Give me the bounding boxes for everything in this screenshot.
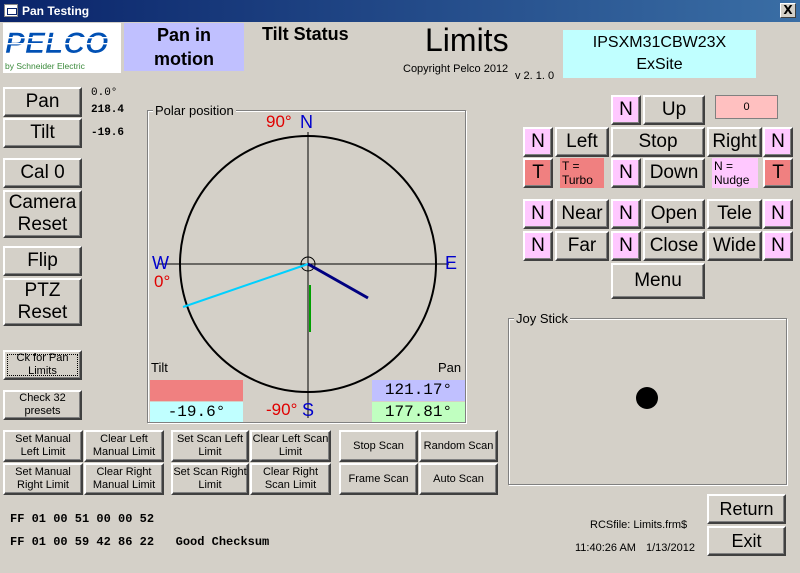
pan-label: Pan (438, 360, 462, 375)
wide-button[interactable]: Wide (707, 231, 762, 261)
version: v 2. 1. 0 (515, 70, 555, 82)
logo-sub: by Schneider Electric (5, 61, 86, 71)
east-label: E (445, 253, 458, 273)
pan-readout-b: 218.4 (91, 104, 125, 116)
ck-pan-limits-button[interactable]: Ck for Pan Limits (3, 350, 82, 380)
tilt-value: -19.6° (150, 402, 243, 422)
left-turbo-button[interactable]: T (523, 158, 553, 188)
pan-status: Pan in motion (124, 23, 244, 71)
clear-right-manual-limit-button[interactable]: Clear Right Manual Limit (84, 463, 164, 495)
stop-scan-button[interactable]: Stop Scan (339, 430, 418, 462)
app-window-icon (4, 4, 18, 17)
camera-reset-button[interactable]: Camera Reset (3, 190, 82, 238)
near-button[interactable]: Near (555, 199, 609, 229)
menu-button[interactable]: Menu (611, 263, 705, 299)
exit-button[interactable]: Exit (707, 526, 786, 556)
random-scan-button[interactable]: Random Scan (419, 430, 498, 462)
polar-diagram (159, 132, 449, 418)
tele-button[interactable]: Tele (707, 199, 762, 229)
page-heading: Limits (425, 22, 509, 58)
ptz-reset-button[interactable]: PTZ Reset (3, 278, 82, 326)
pelco-logo-mark: PELCO by Schneider Electric (5, 27, 119, 71)
pelco-logo: PELCO by Schneider Electric (3, 23, 121, 73)
counter-box: 0 (715, 95, 778, 119)
tilt-indicator-box (150, 380, 243, 401)
stop-button[interactable]: Stop (611, 127, 705, 157)
copyright: Copyright Pelco 2012 (403, 63, 509, 75)
close-icon[interactable]: X (780, 3, 796, 18)
set-scan-right-limit-button[interactable]: Set Scan Right Limit (171, 463, 249, 495)
auto-scan-button[interactable]: Auto Scan (419, 463, 498, 495)
pan-readout-a: 0.0° (91, 87, 118, 99)
up-nudge-button[interactable]: N (611, 95, 641, 125)
open-nudge-button[interactable]: N (611, 199, 641, 229)
rcs-file-label: RCSfile: Limits.frm$ (590, 519, 688, 531)
wide-nudge-button[interactable]: N (763, 231, 793, 261)
close-nudge-button[interactable]: N (611, 231, 641, 261)
down-button[interactable]: Down (643, 158, 705, 188)
right-turbo-button[interactable]: T (763, 158, 793, 188)
pan-indicator-line (307, 262, 369, 300)
clear-right-scan-limit-button[interactable]: Clear Right Scan Limit (250, 463, 331, 495)
north-degree-label: 90° (266, 112, 292, 131)
far-nudge-button[interactable]: N (523, 231, 553, 261)
set-scan-left-limit-button[interactable]: Set Scan Left Limit (171, 430, 249, 462)
south-degree-label: -90° (266, 400, 298, 419)
pan-button[interactable]: Pan (3, 87, 82, 117)
check-32-presets-button[interactable]: Check 32 presets (3, 390, 82, 420)
left-button[interactable]: Left (555, 127, 609, 157)
far-button[interactable]: Far (555, 231, 609, 261)
north-label: N (300, 112, 313, 132)
date-label: 1/13/2012 (646, 542, 695, 554)
window-title: Pan Testing (22, 4, 90, 18)
frame-scan-button[interactable]: Frame Scan (339, 463, 418, 495)
joystick-title: Joy Stick (514, 311, 571, 326)
west-degree-label: 0° (154, 272, 171, 291)
clear-left-scan-limit-button[interactable]: Clear Left Scan Limit (250, 430, 331, 462)
cal0-button[interactable]: Cal 0 (3, 158, 82, 188)
right-nudge-button[interactable]: N (763, 127, 793, 157)
tilt-readout: -19.6 (91, 127, 125, 139)
west-label: W (152, 253, 169, 273)
set-manual-left-limit-button[interactable]: Set Manual Left Limit (3, 430, 83, 462)
flip-button[interactable]: Flip (3, 246, 82, 276)
near-nudge-button[interactable]: N (523, 199, 553, 229)
tilt-label: Tilt (151, 360, 168, 375)
tilt-indicator-line (182, 263, 309, 308)
time-label: 11:40:26 AM (575, 542, 636, 554)
nudge-note: N = Nudge (712, 158, 758, 188)
tilt-button[interactable]: Tilt (3, 118, 82, 148)
close-button[interactable]: Close (643, 231, 705, 261)
south-label: S (302, 400, 315, 420)
left-nudge-button[interactable]: N (523, 127, 553, 157)
command-line-1: FF 01 00 51 00 00 52 (10, 512, 155, 526)
turbo-note: T = Turbo (560, 158, 604, 188)
tele-nudge-button[interactable]: N (763, 199, 793, 229)
clear-left-manual-limit-button[interactable]: Clear Left Manual Limit (84, 430, 164, 462)
joystick-knob[interactable] (636, 387, 658, 409)
title-bar: Pan Testing X (0, 0, 800, 22)
down-nudge-button[interactable]: N (611, 158, 641, 188)
set-manual-right-limit-button[interactable]: Set Manual Right Limit (3, 463, 83, 495)
up-button[interactable]: Up (643, 95, 705, 125)
pan-value-2: 177.81° (372, 402, 465, 422)
command-line-2: FF 01 00 59 42 86 22 Good Checksum (10, 535, 270, 549)
pan-value-1: 121.17° (372, 380, 465, 401)
return-button[interactable]: Return (707, 494, 786, 524)
device-name: IPSXM31CBW23X ExSite (563, 30, 756, 78)
open-button[interactable]: Open (643, 199, 705, 229)
right-button[interactable]: Right (707, 127, 762, 157)
tilt-status: Tilt Status (262, 24, 349, 44)
